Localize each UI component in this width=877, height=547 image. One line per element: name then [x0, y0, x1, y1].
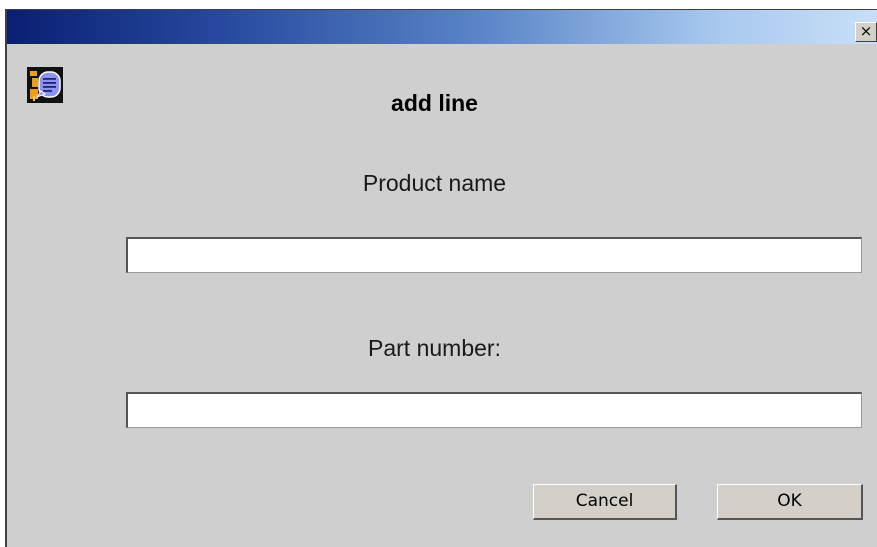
part-number-label: Part number:: [368, 335, 501, 361]
add-line-dialog: × add line Product name Part number: Can…: [5, 9, 877, 547]
close-icon: ×: [859, 22, 873, 40]
ok-button[interactable]: OK: [717, 484, 863, 520]
close-button[interactable]: ×: [855, 22, 877, 42]
product-name-label: Product name: [362, 170, 507, 196]
cancel-button[interactable]: Cancel: [533, 484, 677, 520]
dialog-title: add line: [391, 90, 478, 116]
part-number-input[interactable]: [126, 392, 862, 428]
product-name-input[interactable]: [126, 237, 862, 273]
window-titlebar[interactable]: ×: [7, 10, 877, 44]
